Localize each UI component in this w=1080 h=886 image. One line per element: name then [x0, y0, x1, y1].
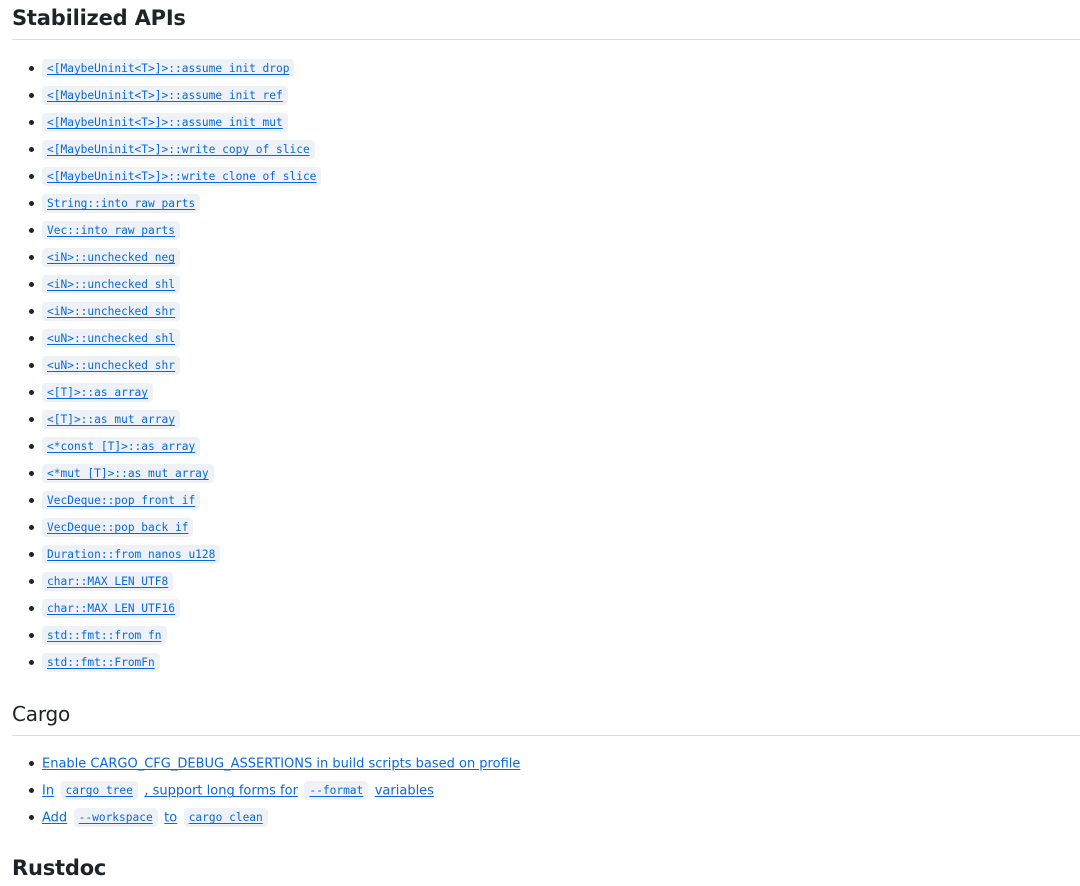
list-item: <uN>::unchecked_shr [0, 352, 321, 379]
bullet-icon [29, 363, 34, 368]
bullet-icon [29, 633, 34, 638]
section-divider [12, 39, 1080, 40]
api-link[interactable]: Duration::from_nanos_u128 [42, 545, 221, 565]
list-item: VecDeque::pop_front_if [0, 487, 321, 514]
api-link[interactable]: <uN>::unchecked_shl [42, 329, 180, 349]
section-heading-cargo: Cargo [12, 702, 71, 726]
section-heading-rustdoc: Rustdoc [12, 856, 107, 880]
list-item: Enable CARGO_CFG_DEBUG_ASSERTIONS in bui… [0, 750, 520, 777]
workspace-flag-code[interactable]: --workspace [73, 808, 158, 828]
bullet-icon [29, 174, 34, 179]
list-item: Add --workspace to cargo clean [0, 804, 520, 831]
api-link[interactable]: VecDeque::pop_front_if [42, 491, 201, 511]
stabilized-apis-list: <[MaybeUninit<T>]>::assume_init_drop<[Ma… [0, 55, 322, 676]
cargo-tree-link-middle[interactable]: , support long forms for [144, 783, 298, 798]
bullet-icon [29, 815, 34, 820]
list-item: char::MAX_LEN_UTF8 [0, 568, 321, 595]
api-link[interactable]: <[MaybeUninit<T>]>::write_clone_of_slice [42, 167, 322, 187]
list-item: <[MaybeUninit<T>]>::write_clone_of_slice [0, 163, 322, 190]
bullet-icon [29, 255, 34, 260]
list-item: <*const [T]>::as_array [0, 433, 321, 460]
api-link[interactable]: std::fmt::FromFn [42, 653, 160, 673]
list-item: <[MaybeUninit<T>]>::write_copy_of_slice [0, 136, 321, 163]
bullet-icon [29, 282, 34, 287]
api-link[interactable]: <[MaybeUninit<T>]>::assume_init_ref [42, 86, 288, 106]
bullet-icon [29, 390, 34, 395]
bullet-icon [29, 606, 34, 611]
api-link[interactable]: <[T]>::as_array [42, 383, 154, 403]
bullet-icon [29, 336, 34, 341]
api-link[interactable]: <[MaybeUninit<T>]>::assume_init_mut [42, 113, 288, 133]
list-item: In cargo tree , support long forms for -… [0, 777, 520, 804]
cargo-clean-link-middle[interactable]: to [164, 810, 177, 825]
api-link[interactable]: <[MaybeUninit<T>]>::assume_init_drop [42, 59, 295, 79]
bullet-icon [29, 579, 34, 584]
list-item: <iN>::unchecked_shl [0, 271, 321, 298]
cargo-clean-link-prefix[interactable]: Add [42, 810, 67, 825]
api-link[interactable]: <uN>::unchecked_shr [42, 356, 180, 376]
list-item: std::fmt::from_fn [0, 622, 321, 649]
bullet-icon [29, 444, 34, 449]
cargo-clean-code[interactable]: cargo clean [183, 808, 268, 828]
bullet-icon [29, 525, 34, 530]
list-item: VecDeque::pop_back_if [0, 514, 321, 541]
list-item: <iN>::unchecked_neg [0, 244, 321, 271]
list-item: Duration::from_nanos_u128 [0, 541, 321, 568]
api-link[interactable]: <iN>::unchecked_shr [42, 302, 180, 322]
api-link[interactable]: <*const [T]>::as_array [42, 437, 201, 457]
api-link[interactable]: std::fmt::from_fn [42, 626, 167, 646]
api-link[interactable]: char::MAX_LEN_UTF8 [42, 572, 174, 592]
bullet-icon [29, 788, 34, 793]
cargo-tree-link-suffix[interactable]: variables [375, 783, 434, 798]
list-item: <[MaybeUninit<T>]>::assume_init_ref [0, 82, 321, 109]
list-item: Vec::into_raw_parts [0, 217, 321, 244]
section-divider [12, 735, 1080, 736]
bullet-icon [29, 120, 34, 125]
bullet-icon [29, 417, 34, 422]
bullet-icon [29, 471, 34, 476]
api-link[interactable]: <[T]>::as_mut_array [42, 410, 180, 430]
list-item: <[T]>::as_mut_array [0, 406, 321, 433]
cargo-tree-link-prefix[interactable]: In [42, 783, 54, 798]
list-item: <[T]>::as_array [0, 379, 321, 406]
api-link[interactable]: char::MAX_LEN_UTF16 [42, 599, 180, 619]
api-link[interactable]: Vec::into_raw_parts [42, 221, 180, 241]
bullet-icon [29, 66, 34, 71]
list-item: <uN>::unchecked_shl [0, 325, 321, 352]
api-link[interactable]: <iN>::unchecked_shl [42, 275, 180, 295]
api-link[interactable]: <iN>::unchecked_neg [42, 248, 180, 268]
bullet-icon [29, 552, 34, 557]
cargo-tree-code[interactable]: cargo tree [60, 781, 138, 801]
list-item: <*mut [T]>::as_mut_array [0, 460, 321, 487]
list-item: <[MaybeUninit<T>]>::assume_init_mut [0, 109, 321, 136]
cargo-debug-assertions-link[interactable]: Enable CARGO_CFG_DEBUG_ASSERTIONS in bui… [42, 756, 520, 771]
api-link[interactable]: VecDeque::pop_back_if [42, 518, 194, 538]
section-heading-stabilized-apis: Stabilized APIs [12, 6, 186, 30]
bullet-icon [29, 201, 34, 206]
bullet-icon [29, 228, 34, 233]
bullet-icon [29, 761, 34, 766]
cargo-list: Enable CARGO_CFG_DEBUG_ASSERTIONS in bui… [0, 750, 520, 831]
bullet-icon [29, 309, 34, 314]
bullet-icon [29, 93, 34, 98]
list-item: std::fmt::FromFn [0, 649, 321, 676]
list-item: <[MaybeUninit<T>]>::assume_init_drop [0, 55, 321, 82]
bullet-icon [29, 147, 34, 152]
api-link[interactable]: <*mut [T]>::as_mut_array [42, 464, 214, 484]
api-link[interactable]: String::into_raw_parts [42, 194, 201, 214]
api-link[interactable]: <[MaybeUninit<T>]>::write_copy_of_slice [42, 140, 315, 160]
list-item: String::into_raw_parts [0, 190, 321, 217]
bullet-icon [29, 498, 34, 503]
list-item: char::MAX_LEN_UTF16 [0, 595, 321, 622]
bullet-icon [29, 660, 34, 665]
format-flag-code[interactable]: --format [304, 781, 369, 801]
list-item: <iN>::unchecked_shr [0, 298, 321, 325]
